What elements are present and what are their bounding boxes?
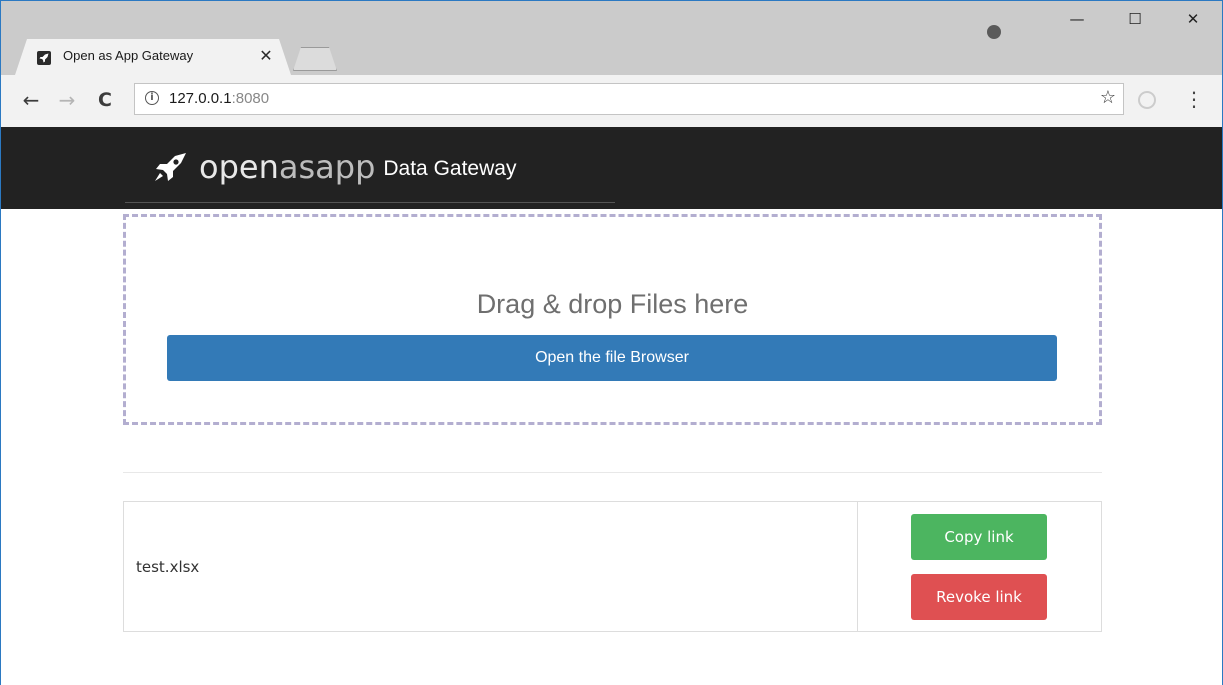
bookmark-star-icon[interactable]: ☆: [1100, 87, 1116, 108]
tab-close-icon[interactable]: ✕: [257, 46, 275, 66]
table-row: test.xlsx: [124, 502, 858, 631]
brand-word-open: open: [199, 148, 279, 186]
browser-window: Open as App Gateway ✕ — ☐ ✕ ← → C i 127.…: [0, 0, 1223, 685]
browser-toolbar: ← → C i 127.0.0.1:8080 ☆ ⋮: [1, 75, 1222, 128]
url-port: :8080: [231, 90, 270, 107]
brand-word-asapp: asapp: [278, 148, 376, 186]
file-table: test.xlsx Copy link Revoke link: [123, 501, 1102, 632]
app-navbar: openasapp Data Gateway: [1, 127, 1222, 209]
dropzone-title: Drag & drop Files here: [476, 289, 749, 319]
brand-wordmark: openasapp: [199, 151, 375, 183]
section-divider: [123, 472, 1102, 473]
url-text: 127.0.0.1:8080: [169, 90, 269, 107]
rocket-favicon-icon: [37, 51, 51, 65]
revoke-link-button[interactable]: Revoke link: [911, 574, 1047, 620]
minimize-button[interactable]: —: [1048, 1, 1106, 37]
brand-subtitle: Data Gateway: [383, 157, 517, 180]
window-controls: — ☐ ✕: [1048, 1, 1222, 37]
brand-logo[interactable]: openasapp Data Gateway: [153, 151, 516, 183]
file-dropzone[interactable]: Drag & drop Files here Open the file Bro…: [123, 214, 1102, 425]
forward-arrow-icon[interactable]: →: [55, 88, 79, 112]
navbar-divider: [125, 202, 615, 203]
rocket-logo-icon: [155, 153, 186, 181]
copy-link-button[interactable]: Copy link: [911, 514, 1047, 560]
extension-icon[interactable]: [1138, 91, 1156, 109]
maximize-button[interactable]: ☐: [1106, 1, 1164, 37]
tab-title: Open as App Gateway: [63, 48, 194, 63]
new-tab-button[interactable]: [293, 47, 337, 71]
url-host: 127.0.0.1: [169, 90, 232, 107]
tab-strip: Open as App Gateway ✕ — ☐ ✕: [1, 1, 1222, 75]
back-arrow-icon[interactable]: ←: [19, 88, 43, 112]
file-actions: Copy link Revoke link: [858, 502, 1101, 631]
info-icon[interactable]: i: [145, 91, 159, 105]
profile-icon[interactable]: [987, 25, 1001, 39]
browser-tab[interactable]: Open as App Gateway ✕: [15, 39, 291, 75]
menu-kebab-icon[interactable]: ⋮: [1184, 87, 1204, 111]
reload-icon[interactable]: C: [93, 88, 117, 112]
file-name: test.xlsx: [136, 558, 200, 576]
open-file-browser-button[interactable]: Open the file Browser: [167, 335, 1057, 381]
close-button[interactable]: ✕: [1164, 1, 1222, 37]
address-bar[interactable]: i 127.0.0.1:8080 ☆: [134, 83, 1124, 115]
